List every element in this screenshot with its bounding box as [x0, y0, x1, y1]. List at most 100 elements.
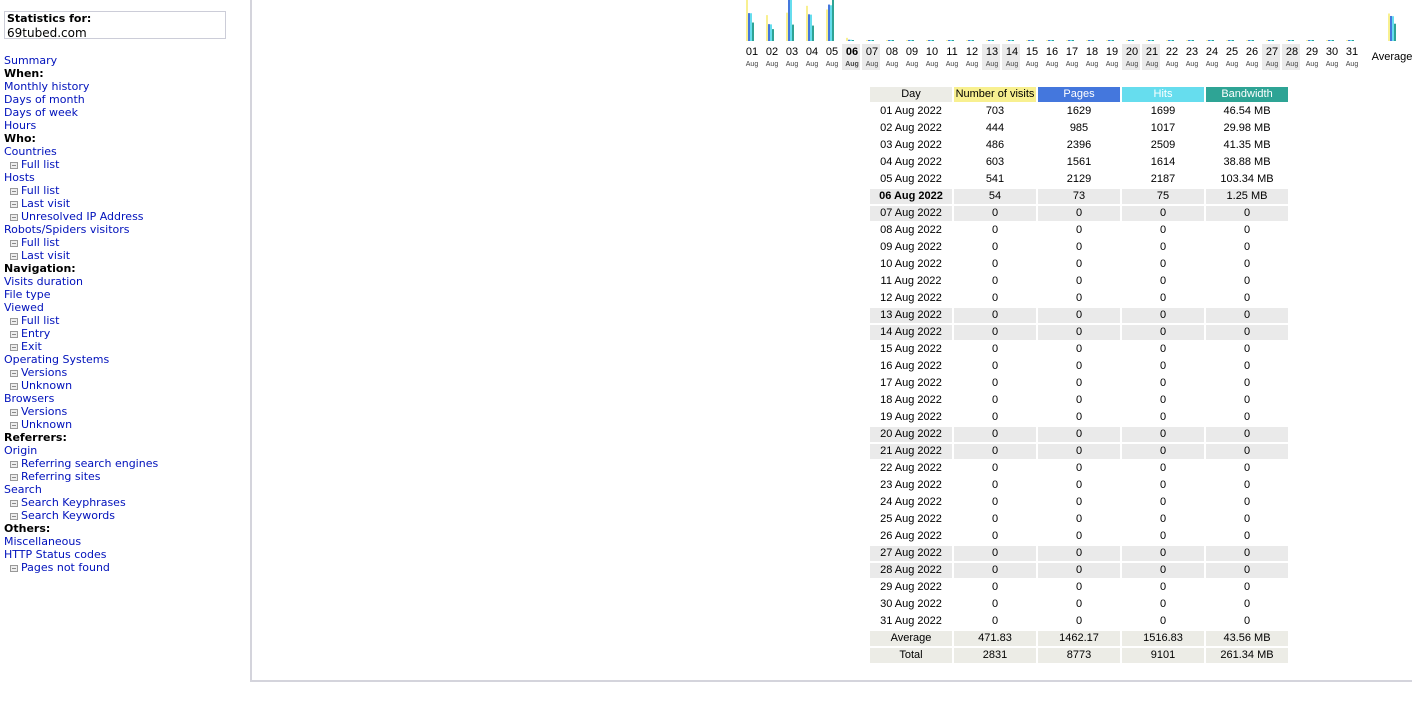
menu-countries-full-list-label[interactable]: Full list — [21, 158, 59, 171]
bar-bandwidth — [812, 25, 814, 41]
chart-day-label: 25 — [1226, 46, 1238, 58]
menu-browsers-versions[interactable]: Versions — [4, 405, 244, 418]
chart-month-label: Aug — [1186, 61, 1199, 68]
menu-viewed-full-list[interactable]: Full list — [4, 314, 244, 327]
menu-viewed[interactable]: Viewed — [4, 301, 244, 314]
menu-hosts-unresolved-ip[interactable]: Unresolved IP Address — [4, 210, 244, 223]
cell-hits: 0 — [1159, 615, 1167, 627]
menu-search[interactable]: Search — [4, 483, 244, 496]
menu-visits-duration[interactable]: Visits duration — [4, 275, 244, 288]
bar-hits — [1010, 40, 1012, 41]
menu-summary[interactable]: Summary — [4, 54, 244, 67]
menu-os-versions[interactable]: Versions — [4, 366, 244, 379]
menu-countries-label[interactable]: Countries — [4, 145, 57, 158]
menu-browsers-unknown-label[interactable]: Unknown — [21, 418, 72, 431]
cell-pages: 0 — [1038, 325, 1120, 340]
cell-bandwidth: 0 — [1243, 394, 1251, 406]
cell-bandwidth: 0 — [1206, 308, 1288, 323]
menu-search-keyphrases[interactable]: Search Keyphrases — [4, 496, 244, 509]
bar-bandwidth — [752, 22, 754, 41]
menu-robots[interactable]: Robots/Spiders visitors — [4, 223, 244, 236]
table-row: 02 Aug 2022 444 985 1017 29.98 MB — [870, 121, 1288, 136]
menu-browsers[interactable]: Browsers — [4, 392, 244, 405]
menu-referring-sites[interactable]: Referring sites — [4, 470, 244, 483]
menu-robots-last-visit[interactable]: Last visit — [4, 249, 244, 262]
cell-visits: 471.83 — [954, 631, 1036, 646]
submenu-page-icon — [10, 201, 18, 208]
bar-hits — [970, 40, 972, 41]
menu-viewed-entry[interactable]: Entry — [4, 327, 244, 340]
bar-bandwidth — [1192, 40, 1194, 41]
menu-viewed-exit[interactable]: Exit — [4, 340, 244, 353]
menu-days-of-week-label[interactable]: Days of week — [4, 106, 78, 119]
menu-viewed-entry-label[interactable]: Entry — [21, 327, 50, 340]
menu-viewed-exit-label[interactable]: Exit — [21, 340, 42, 353]
menu-os-unknown[interactable]: Unknown — [4, 379, 244, 392]
bar-pages — [868, 40, 870, 41]
menu-referring-search-engines[interactable]: Referring search engines — [4, 457, 244, 470]
submenu-page-icon — [10, 188, 18, 195]
menu-robots-label[interactable]: Robots/Spiders visitors — [4, 223, 130, 236]
menu-miscellaneous[interactable]: Miscellaneous — [4, 535, 244, 548]
menu-browsers-label[interactable]: Browsers — [4, 392, 54, 405]
menu-browsers-versions-label[interactable]: Versions — [21, 405, 67, 418]
cell-visits: 486 — [985, 139, 1005, 151]
bar-hits — [1170, 40, 1172, 41]
menu-referring-sites-label[interactable]: Referring sites — [21, 470, 101, 483]
cell-day: 10 Aug 2022 — [880, 258, 942, 270]
menu-days-of-week[interactable]: Days of week — [4, 106, 244, 119]
menu-hours-label[interactable]: Hours — [4, 119, 36, 132]
menu-search-keyphrases-label[interactable]: Search Keyphrases — [21, 496, 126, 509]
menu-operating-systems-label[interactable]: Operating Systems — [4, 353, 109, 366]
menu-days-of-month-label[interactable]: Days of month — [4, 93, 85, 106]
menu-hosts-full-list[interactable]: Full list — [4, 184, 244, 197]
menu-search-label[interactable]: Search — [4, 483, 42, 496]
bar-number-of-visits — [1246, 40, 1248, 41]
menu-visits-duration-label[interactable]: Visits duration — [4, 275, 83, 288]
menu-hosts-full-list-label[interactable]: Full list — [21, 184, 59, 197]
menu-search-keywords-label[interactable]: Search Keywords — [21, 509, 115, 522]
menu-countries-full-list[interactable]: Full list — [4, 158, 244, 171]
menu-pages-not-found[interactable]: Pages not found — [4, 561, 244, 574]
menu-monthly-history[interactable]: Monthly history — [4, 80, 244, 93]
table-row: 13 Aug 2022 0 0 0 0 — [870, 308, 1288, 323]
menu-file-type-label[interactable]: File type — [4, 288, 50, 301]
menu-miscellaneous-label[interactable]: Miscellaneous — [4, 535, 81, 548]
menu-hosts-unresolved-ip-label[interactable]: Unresolved IP Address — [21, 210, 144, 223]
menu-hosts-last-visit-label[interactable]: Last visit — [21, 197, 70, 210]
menu-origin-label[interactable]: Origin — [4, 444, 37, 457]
menu-search-keywords[interactable]: Search Keywords — [4, 509, 244, 522]
menu-hosts-label[interactable]: Hosts — [4, 171, 35, 184]
menu-robots-full-list[interactable]: Full list — [4, 236, 244, 249]
menu-hosts-last-visit[interactable]: Last visit — [4, 197, 244, 210]
menu-http-status-codes[interactable]: HTTP Status codes — [4, 548, 244, 561]
menu-referring-search-engines-label[interactable]: Referring search engines — [21, 457, 158, 470]
menu-hours[interactable]: Hours — [4, 119, 244, 132]
cell-visits: 54 — [954, 189, 1036, 204]
menu-http-status-codes-label[interactable]: HTTP Status codes — [4, 548, 106, 561]
bar-pages — [1068, 40, 1070, 41]
menu-viewed-full-list-label[interactable]: Full list — [21, 314, 59, 327]
bar-pages — [1028, 40, 1030, 41]
menu-hosts[interactable]: Hosts — [4, 171, 244, 184]
submenu-page-icon — [10, 344, 18, 351]
menu-operating-systems[interactable]: Operating Systems — [4, 353, 244, 366]
menu-countries[interactable]: Countries — [4, 145, 244, 158]
bar-number-of-visits — [926, 40, 928, 41]
bar-pages — [768, 24, 770, 41]
menu-os-unknown-label[interactable]: Unknown — [21, 379, 72, 392]
menu-summary-label[interactable]: Summary — [4, 54, 57, 67]
menu-robots-full-list-label[interactable]: Full list — [21, 236, 59, 249]
menu-pages-not-found-label[interactable]: Pages not found — [21, 561, 110, 574]
menu-browsers-unknown[interactable]: Unknown — [4, 418, 244, 431]
menu-monthly-history-label[interactable]: Monthly history — [4, 80, 89, 93]
bar-bandwidth — [1132, 40, 1134, 41]
cell-day: 12 Aug 2022 — [880, 292, 942, 304]
cell-hits: 0 — [1122, 206, 1204, 221]
menu-viewed-label[interactable]: Viewed — [4, 301, 44, 314]
menu-robots-last-visit-label[interactable]: Last visit — [21, 249, 70, 262]
menu-days-of-month[interactable]: Days of month — [4, 93, 244, 106]
menu-file-type[interactable]: File type — [4, 288, 244, 301]
menu-os-versions-label[interactable]: Versions — [21, 366, 67, 379]
menu-origin[interactable]: Origin — [4, 444, 244, 457]
